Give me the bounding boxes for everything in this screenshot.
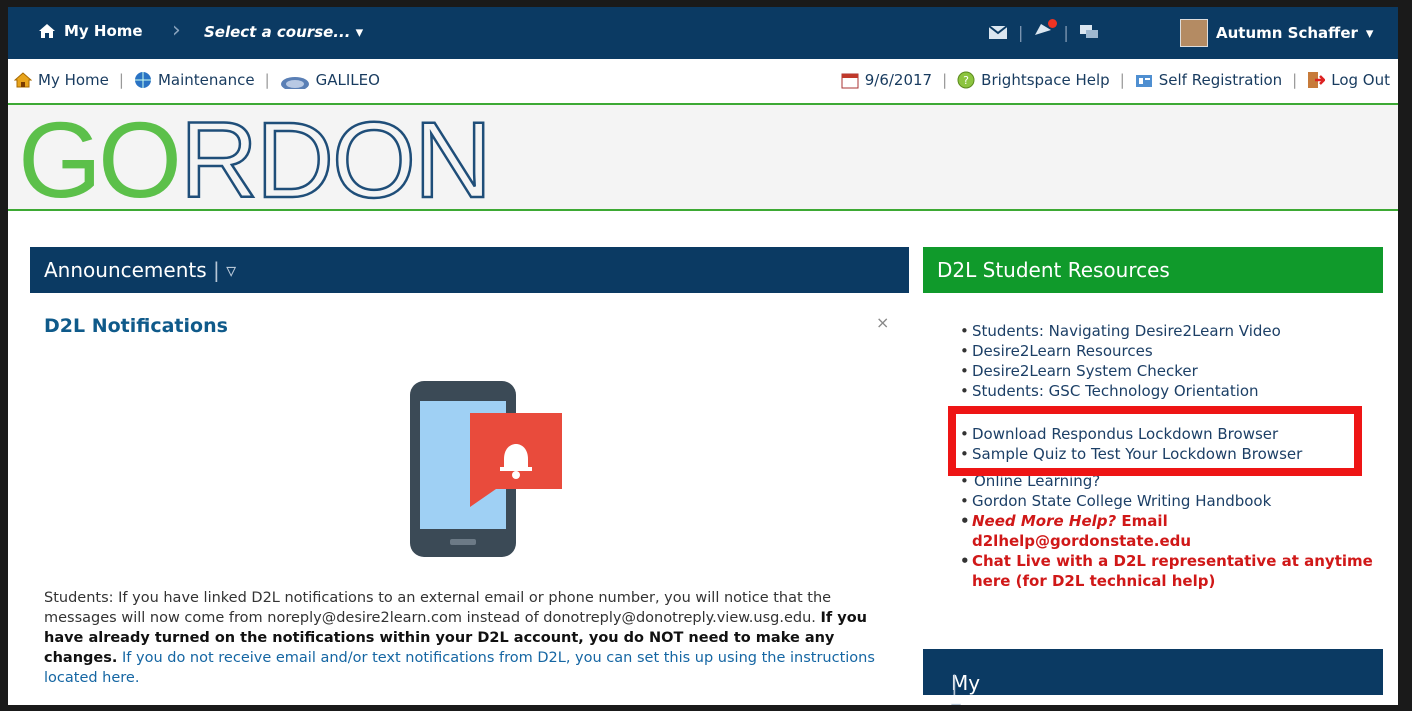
- separator: |: [264, 71, 270, 89]
- maintenance-link[interactable]: Maintenance: [158, 71, 255, 89]
- help-italic: Need More Help?: [972, 512, 1117, 530]
- resource-link[interactable]: Students: Navigating Desire2Learn Video: [958, 321, 1378, 341]
- user-name: Autumn Schaffer: [1216, 24, 1358, 42]
- chevron-right-icon: ›: [172, 18, 181, 43]
- self-registration-link[interactable]: Self Registration: [1159, 71, 1282, 89]
- caret-down-icon: ▾: [355, 23, 364, 41]
- update-alerts-icon[interactable]: [1033, 19, 1058, 43]
- resource-link[interactable]: Desire2Learn Resources: [958, 341, 1378, 361]
- announcement-text: Students: If you have linked D2L notific…: [44, 590, 832, 626]
- close-icon[interactable]: ×: [876, 313, 889, 332]
- phone-notification-illustration: [400, 379, 570, 563]
- resource-link[interactable]: Gordon State College Writing Handbook: [958, 491, 1378, 511]
- svg-text:?: ?: [963, 74, 969, 87]
- utility-bar: My Home | Maintenance | GALILEO 9/6/2017…: [8, 59, 1398, 105]
- resource-link[interactable]: Desire2Learn System Checker: [958, 361, 1378, 381]
- date-link[interactable]: 9/6/2017: [865, 71, 932, 89]
- home-icon: [39, 24, 55, 38]
- announcement-body: Students: If you have linked D2L notific…: [44, 588, 904, 688]
- help-email-item[interactable]: Need More Help? Email d2lhelp@gordonstat…: [958, 511, 1378, 551]
- brightspace-help-link[interactable]: Brightspace Help: [981, 71, 1110, 89]
- util-home-link[interactable]: My Home: [38, 71, 109, 89]
- institution-banner: GO RDON: [8, 98, 1398, 222]
- top-navbar: My Home › Select a course... ▾ | | Autum…: [8, 7, 1398, 59]
- separator: |: [118, 71, 124, 89]
- message-alerts-icon[interactable]: [988, 23, 1008, 41]
- svg-text:RDON: RDON: [180, 105, 490, 209]
- gordon-logo: GO RDON: [18, 98, 498, 222]
- separator: |: [942, 71, 948, 89]
- chat-live-link[interactable]: Chat Live with a D2L representative at a…: [958, 551, 1378, 591]
- registration-icon: [1135, 75, 1152, 87]
- separator: |: [1063, 22, 1069, 42]
- my-courses-title: My Courses: [951, 671, 1031, 705]
- separator: |: [1292, 71, 1298, 89]
- globe-icon: [134, 72, 151, 88]
- user-menu[interactable]: Autumn Schaffer ▾: [1180, 19, 1373, 47]
- separator: |: [1119, 71, 1125, 89]
- resource-link[interactable]: Students: GSC Technology Orientation: [958, 381, 1378, 401]
- caret-down-icon: ▾: [1365, 24, 1374, 42]
- avatar: [1180, 19, 1208, 47]
- subscription-alerts-icon[interactable]: [1079, 23, 1099, 41]
- announcements-title: Announcements: [44, 258, 207, 282]
- announcement-title[interactable]: D2L Notifications: [44, 315, 228, 337]
- logout-icon: [1308, 72, 1326, 88]
- help-icon: ?: [957, 71, 975, 89]
- svg-text:GO: GO: [18, 105, 178, 209]
- galileo-link[interactable]: GALILEO: [316, 71, 380, 89]
- galileo-logo-icon: [280, 77, 309, 89]
- instructions-link[interactable]: If you do not receive email and/or text …: [44, 650, 875, 686]
- course-selector-label: Select a course...: [204, 23, 351, 41]
- home-icon: [14, 72, 32, 88]
- widget-menu-button[interactable]: | ▿: [213, 258, 236, 282]
- page-frame: My Home › Select a course... ▾ | | Autum…: [8, 7, 1398, 705]
- logout-link[interactable]: Log Out: [1331, 71, 1390, 89]
- my-home-label: My Home: [64, 22, 143, 40]
- student-resources-header: D2L Student Resources: [923, 247, 1383, 293]
- my-home-nav-link[interactable]: My Home: [38, 22, 143, 40]
- red-highlight-box: [948, 406, 1362, 476]
- calendar-icon: [841, 73, 859, 89]
- separator: |: [1018, 22, 1024, 42]
- course-selector[interactable]: Select a course... ▾: [204, 23, 363, 41]
- notification-icons: | |: [988, 19, 1099, 43]
- student-resources-title: D2L Student Resources: [937, 258, 1170, 282]
- my-courses-header: My Courses | ▿: [923, 649, 1383, 705]
- widget-menu-button[interactable]: | ▿: [951, 671, 961, 705]
- announcements-widget-header: Announcements | ▿: [30, 247, 909, 293]
